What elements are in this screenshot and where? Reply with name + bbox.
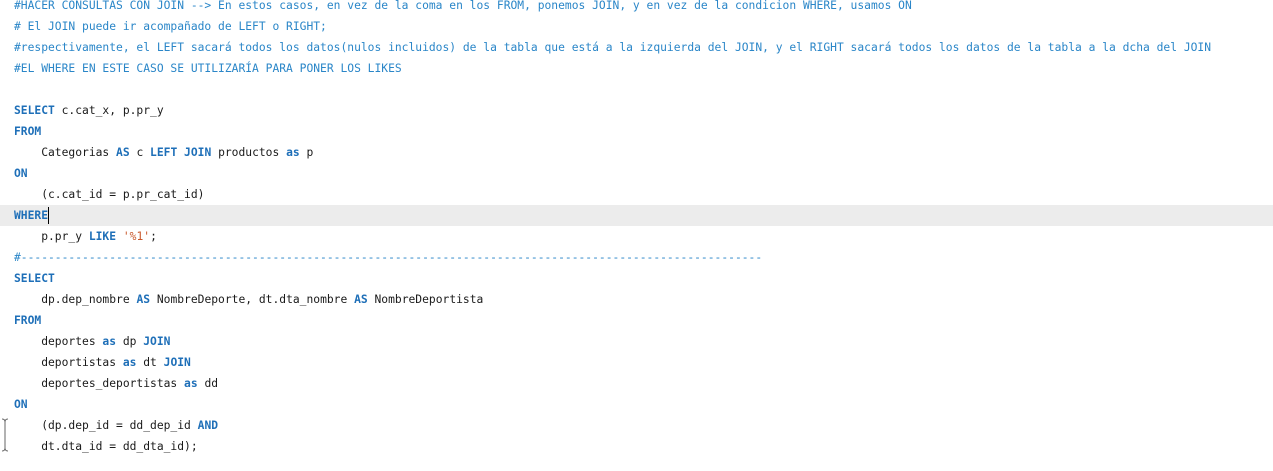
keyword: as (122, 356, 137, 369)
separator-comment: #---------------------------------------… (14, 251, 763, 264)
code-line: deportes_deportistas as dd (14, 373, 218, 394)
code-text: p.pr_y (14, 230, 89, 243)
keyword: WHERE (14, 209, 49, 222)
code-line: (c.cat_id = p.pr_cat_id) (14, 184, 204, 205)
code-text: dd (197, 377, 219, 390)
code-line: dt.dta_id = dd_dta_id); (14, 436, 198, 457)
code-line: WHERE (14, 205, 48, 226)
code-line: Categorias AS c LEFT JOIN productos as p (14, 142, 313, 163)
keyword: JOIN (163, 356, 191, 369)
code-line: FROM (14, 121, 41, 142)
keyword: as (102, 335, 117, 348)
keyword: AND (197, 419, 219, 432)
keyword: AS (116, 146, 130, 159)
sql-editor[interactable]: #HACER CONSULTAS CON JOIN --> En estos c… (0, 0, 1273, 471)
comment-line: # El JOIN puede ir acompañado de LEFT o … (14, 20, 327, 33)
code-line: deportes as dp JOIN (14, 331, 170, 352)
code-text: deportistas (14, 356, 123, 369)
code-text: c (129, 146, 151, 159)
comment-line: #respectivamente, el LEFT sacará todos l… (14, 41, 1212, 54)
keyword: ON (14, 167, 28, 180)
keyword: SELECT (14, 104, 55, 117)
keyword: as (184, 377, 198, 390)
text-caret (48, 207, 49, 224)
code-text: ; (150, 230, 157, 243)
keyword: as (286, 146, 300, 159)
code-line: dp.dep_nombre AS NombreDeporte, dt.dta_n… (14, 289, 483, 310)
code-text: dt (136, 356, 164, 369)
code-text: deportes (14, 335, 103, 348)
ibeam-cursor-icon (1, 418, 9, 452)
code-text: dp (116, 335, 144, 348)
keyword: FROM (14, 125, 42, 138)
keyword: AS (354, 293, 368, 306)
code-text: c.cat_x, p.pr_y (54, 104, 164, 117)
comment-line: #EL WHERE EN ESTE CASO SE UTILIZARÍA PAR… (14, 62, 402, 75)
keyword: LIKE (88, 230, 117, 243)
code-line: SELECT c.cat_x, p.pr_y (14, 100, 164, 121)
code-line: ON (14, 163, 28, 184)
code-text: NombreDeporte, dt.dta_nombre (150, 293, 355, 306)
code-text: (c.cat_id = p.pr_cat_id) (14, 188, 205, 201)
code-text: NombreDeportista (367, 293, 484, 306)
string-literal: '%1' (122, 230, 151, 243)
code-line: deportistas as dt JOIN (14, 352, 191, 373)
code-text: p (299, 146, 314, 159)
code-text: productos (211, 146, 287, 159)
code-line: p.pr_y LIKE '%1'; (14, 226, 157, 247)
keyword: FROM (14, 314, 42, 327)
code-text: Categorias (14, 146, 117, 159)
keyword: ON (14, 398, 28, 411)
code-text: dt.dta_id = dd_dta_id); (14, 440, 198, 453)
code-line: ON (14, 394, 28, 415)
keyword: AS (136, 293, 151, 306)
code-line: FROM (14, 310, 41, 331)
comment-line: #HACER CONSULTAS CON JOIN --> En estos c… (14, 0, 912, 12)
keyword: LEFT JOIN (150, 146, 212, 159)
keyword: SELECT (14, 272, 55, 285)
code-line: (dp.dep_id = dd_dep_id AND (14, 415, 218, 436)
code-text: dp.dep_nombre (14, 293, 137, 306)
code-text: deportes_deportistas (14, 377, 185, 390)
code-text: (dp.dep_id = dd_dep_id (14, 419, 198, 432)
code-line: SELECT (14, 268, 55, 289)
current-line-highlight (0, 205, 1273, 226)
keyword: JOIN (143, 335, 171, 348)
